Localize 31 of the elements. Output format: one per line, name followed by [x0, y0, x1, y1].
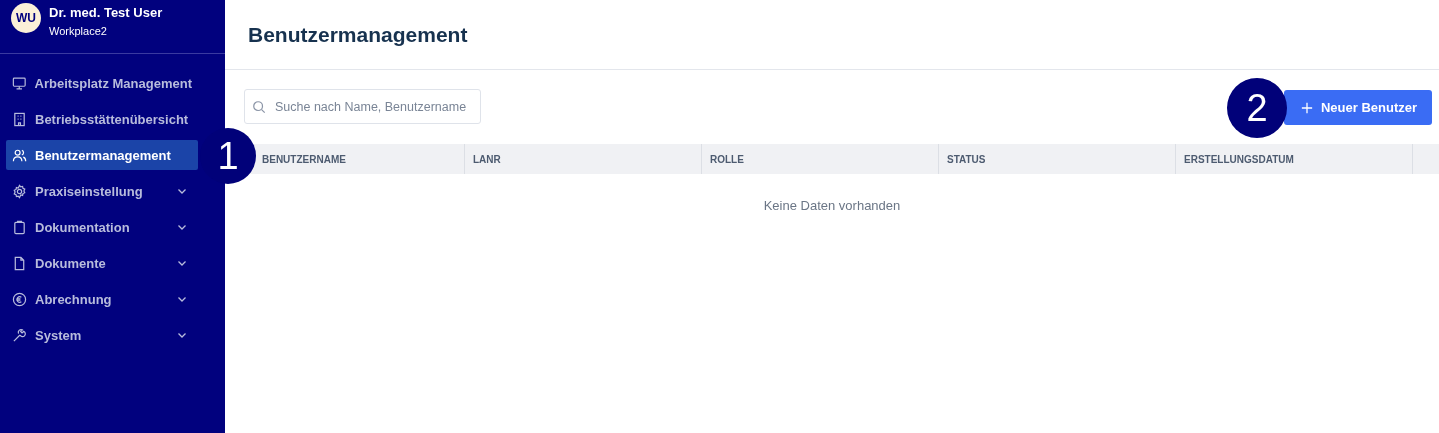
- clipboard-icon: [12, 219, 27, 235]
- column-header: BENUTZERNAME: [262, 153, 346, 165]
- sidebar-item[interactable]: Praxiseinstellung: [6, 176, 198, 206]
- building-icon: [12, 111, 27, 127]
- document-icon: [12, 255, 27, 271]
- new-user-button[interactable]: Neuer Benutzer: [1283, 90, 1432, 125]
- column-header: STATUS: [947, 153, 986, 165]
- empty-message: Keine Daten vorhanden: [762, 198, 902, 213]
- sidebar-item[interactable]: Arbeitsplatz Management: [6, 68, 198, 98]
- euro-icon: [12, 291, 27, 307]
- user-avatar: WU: [11, 3, 41, 33]
- column-header: ERSTELLUNGSDATUM: [1184, 153, 1294, 165]
- page-title: Benutzermanagement: [248, 22, 468, 47]
- sidebar-item[interactable]: Dokumentation: [6, 212, 198, 242]
- sidebar-item[interactable]: Dokumente: [6, 248, 198, 278]
- sidebar-item[interactable]: Benutzermanagement: [6, 140, 198, 170]
- sidebar-item[interactable]: Abrechnung: [6, 284, 198, 314]
- column-header: ROLLE: [710, 153, 744, 165]
- search-field[interactable]: Suche nach Name, Benutzername: [244, 89, 481, 124]
- users-icon: [12, 147, 27, 163]
- workplace-label: Workplace2: [49, 25, 108, 37]
- sidebar-item[interactable]: Betriebsstättenübersicht: [6, 104, 198, 134]
- plus-icon: [1300, 101, 1313, 114]
- user-name: Dr. med. Test User: [49, 5, 163, 20]
- wrench-icon: [12, 327, 27, 343]
- column-header: LANR: [473, 153, 501, 165]
- monitor-icon: [12, 75, 27, 91]
- callout-marker: 2: [1227, 78, 1287, 138]
- sidebar-item[interactable]: System: [6, 320, 198, 350]
- search-icon: [252, 100, 266, 114]
- gear-icon: [12, 183, 27, 199]
